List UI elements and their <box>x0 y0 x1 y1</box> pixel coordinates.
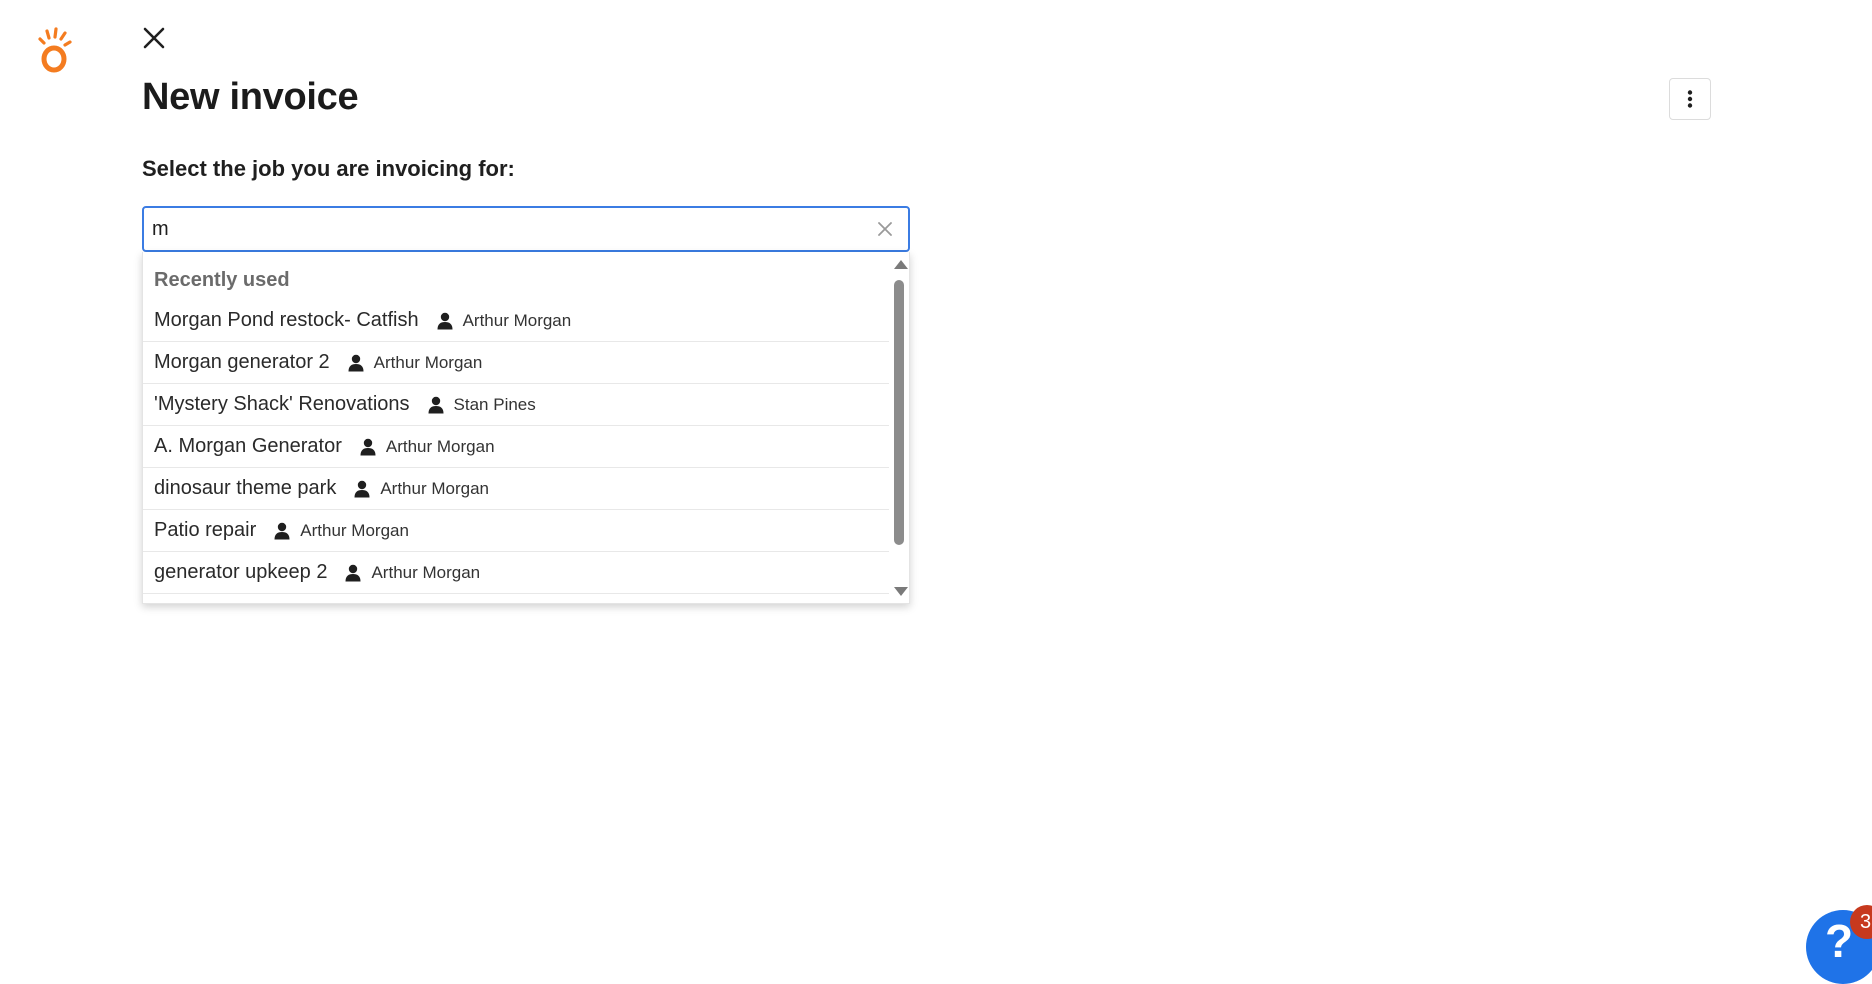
job-option-client: Arthur Morgan <box>373 352 483 372</box>
job-option[interactable]: Patio repair Arthur Morgan <box>143 510 889 552</box>
job-option-client: Arthur Morgan <box>371 562 481 582</box>
more-actions-button[interactable] <box>1669 78 1711 120</box>
clear-icon <box>878 222 892 236</box>
job-option-client: Arthur Morgan <box>380 478 489 498</box>
person-icon <box>348 354 364 372</box>
job-option-name: Morgan generator 2 <box>154 351 330 373</box>
person-icon <box>345 564 361 582</box>
more-vertical-icon <box>1687 90 1693 108</box>
group-header-recently-used: Recently used <box>154 269 290 291</box>
close-button[interactable] <box>138 22 170 54</box>
close-icon <box>143 27 165 49</box>
clear-search-button[interactable] <box>874 218 896 240</box>
app-logo[interactable] <box>34 26 74 74</box>
job-option-name: Morgan Pond restock- Catfish <box>154 309 419 331</box>
person-icon <box>428 396 444 414</box>
job-list: Recently used Morgan Pond restock- Catfi… <box>143 252 889 594</box>
job-option-client: Stan Pines <box>453 394 536 414</box>
person-icon <box>437 312 453 330</box>
person-icon <box>354 480 370 498</box>
job-option-name: Patio repair <box>154 519 257 541</box>
scroll-down-arrow-icon[interactable] <box>894 587 908 596</box>
job-option-client: Arthur Morgan <box>385 436 495 456</box>
job-option[interactable]: A. Morgan Generator Arthur Morgan <box>143 426 889 468</box>
dropdown-scrollbar[interactable] <box>889 252 909 603</box>
scroll-up-arrow-icon[interactable] <box>894 260 908 269</box>
jobber-sun-logo-icon <box>38 27 72 73</box>
job-option[interactable]: generator upkeep 2 Arthur Morgan <box>143 552 889 594</box>
job-option[interactable]: Morgan generator 2 Arthur Morgan <box>143 342 889 384</box>
job-option-client: Arthur Morgan <box>300 520 409 540</box>
job-option[interactable]: 'Mystery Shack' Renovations Stan Pines <box>143 384 889 426</box>
job-dropdown: Recently used Morgan Pond restock- Catfi… <box>142 252 910 604</box>
job-option[interactable]: dinosaur theme park Arthur Morgan <box>143 468 889 510</box>
job-select-label: Select the job you are invoicing for: <box>142 156 515 181</box>
job-option-client: Arthur Morgan <box>462 310 572 330</box>
job-option-name: A. Morgan Generator <box>154 435 342 457</box>
job-option-name: dinosaur theme park <box>154 477 337 499</box>
scrollbar-thumb[interactable] <box>894 280 904 545</box>
job-option-name: 'Mystery Shack' Renovations <box>154 393 410 415</box>
job-search-input[interactable] <box>152 208 852 250</box>
job-search-field[interactable] <box>142 206 910 252</box>
job-option[interactable]: Morgan Pond restock- Catfish Arthur Morga… <box>143 300 889 342</box>
person-icon <box>360 438 376 456</box>
person-icon <box>274 522 290 540</box>
job-option-name: generator upkeep 2 <box>154 561 328 583</box>
page-title: New invoice <box>142 76 359 118</box>
